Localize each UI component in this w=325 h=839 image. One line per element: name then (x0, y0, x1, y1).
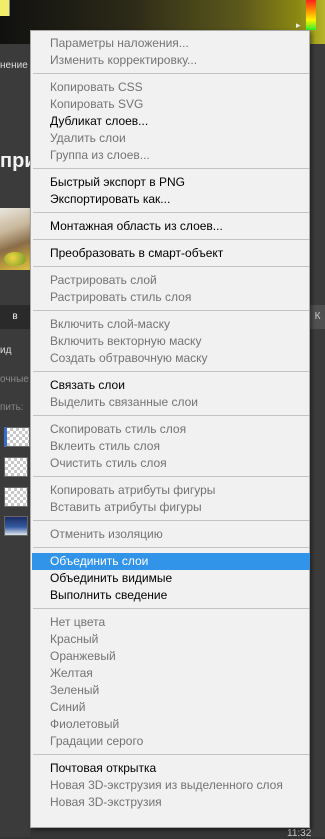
menu-item[interactable]: Новая 3D-экструзия из выделенного слоя (32, 777, 310, 794)
menu-item[interactable]: Быстрый экспорт в PNG (32, 174, 310, 191)
layer-thumbnail[interactable] (4, 457, 28, 477)
menu-item[interactable]: Группа из слоев... (32, 147, 310, 164)
hue-slider[interactable] (306, 0, 316, 30)
menu-item[interactable]: Объединить видимые (32, 570, 310, 587)
menu-item[interactable]: Градации серого (32, 733, 310, 750)
menu-item[interactable]: Создать обтравочную маску (32, 350, 310, 367)
menu-item[interactable]: Почтовая открытка (32, 760, 310, 777)
menu-separator (33, 239, 309, 240)
foreground-color-swatch[interactable] (0, 0, 10, 16)
layer-thumbnail[interactable] (4, 427, 30, 447)
menu-item[interactable]: Экспортировать как... (32, 191, 310, 208)
menu-item[interactable]: Новая 3D-экструзия (32, 794, 310, 811)
menu-item[interactable]: Очистить стиль слоя (32, 455, 310, 472)
menu-item[interactable]: Дубликат слоев... (32, 113, 310, 130)
menu-separator (33, 520, 309, 521)
menu-item[interactable]: Выполнить сведение (32, 587, 310, 604)
menu-item[interactable]: Красный (32, 631, 310, 648)
menu-separator (33, 73, 309, 74)
menu-item[interactable]: Удалить слои (32, 130, 310, 147)
lock-label: пить: (0, 402, 24, 413)
menu-item[interactable]: Копировать CSS (32, 79, 310, 96)
menu-separator (33, 266, 309, 267)
layer-thumbnail[interactable] (4, 516, 28, 536)
menu-separator (33, 476, 309, 477)
menu-item[interactable]: Выделить связанные слои (32, 394, 310, 411)
menu-item[interactable]: Растрировать слой (32, 272, 310, 289)
menu-separator (33, 547, 309, 548)
menu-item[interactable]: Монтажная область из слоев... (32, 218, 310, 235)
menu-separator (33, 415, 309, 416)
menu-item[interactable]: Вклеить стиль слоя (32, 438, 310, 455)
menu-item[interactable]: Зеленый (32, 682, 310, 699)
menu-item[interactable]: Фиолетовый (32, 716, 310, 733)
layer-thumbnail[interactable] (4, 487, 28, 507)
menu-separator (33, 608, 309, 609)
photo-thumbnail (0, 208, 30, 270)
menu-separator (33, 168, 309, 169)
menu-item[interactable]: Параметры наложения... (32, 35, 310, 52)
menu-item[interactable]: Преобразовать в смарт-объект (32, 245, 310, 262)
menu-item[interactable]: Желтая (32, 665, 310, 682)
right-panel-background (310, 0, 325, 837)
menu-item[interactable]: Включить векторную маску (32, 333, 310, 350)
menu-item[interactable]: Растрировать стиль слоя (32, 289, 310, 306)
menu-separator (33, 212, 309, 213)
panel-tab-label[interactable]: нение (0, 60, 28, 71)
tab-layers[interactable]: в (0, 305, 30, 329)
blend-mode-label[interactable]: очные (0, 374, 29, 385)
menu-separator (33, 371, 309, 372)
layer-context-menu: Параметры наложения... Изменить корректир… (30, 30, 310, 828)
menu-item[interactable]: Изменить корректировку... (32, 52, 310, 69)
menu-item[interactable]: Скопировать стиль слоя (32, 421, 310, 438)
menu-item[interactable]: Оранжевый (32, 648, 310, 665)
menu-separator (33, 754, 309, 755)
taskbar-clock: 11:32 (287, 828, 312, 839)
menu-item[interactable]: Отменить изоляцию (32, 526, 310, 543)
menu-item[interactable]: Связать слои (32, 377, 310, 394)
layer-filter-kind-label[interactable]: ид (0, 345, 11, 356)
menu-item[interactable]: Объединить слои (32, 553, 310, 570)
menu-item[interactable]: Синий (32, 699, 310, 716)
menu-item[interactable]: Нет цвета (32, 614, 310, 631)
menu-item[interactable]: Копировать SVG (32, 96, 310, 113)
tab-channels[interactable]: К (310, 305, 325, 329)
menu-item[interactable]: Включить слой-маску (32, 316, 310, 333)
menu-item[interactable]: Вставить атрибуты фигуры (32, 499, 310, 516)
left-panel-background (0, 0, 30, 837)
menu-separator (33, 310, 309, 311)
menu-item[interactable]: Копировать атрибуты фигуры (32, 482, 310, 499)
